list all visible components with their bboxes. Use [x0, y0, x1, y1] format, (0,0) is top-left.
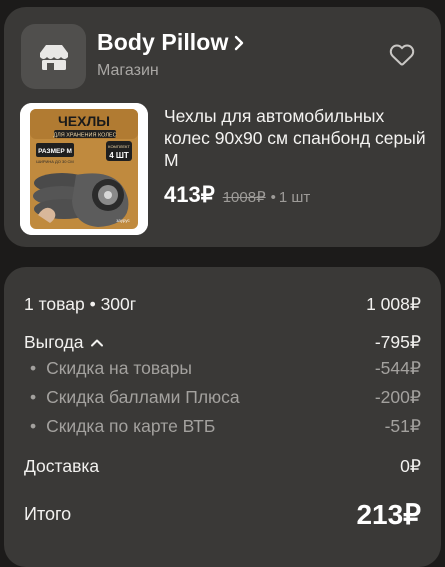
- discount-value: -51₽: [384, 416, 421, 436]
- items-row: 1 товар • 300г 1 008₽: [24, 294, 421, 315]
- benefit-toggle[interactable]: Выгода: [24, 332, 104, 353]
- total-label: Итого: [24, 504, 72, 524]
- product-image[interactable]: ЧЕХЛЫ ДЛЯ ХРАНЕНИЯ КОЛЕС РАЗМЕР М ШИРИНА…: [20, 103, 148, 235]
- chevron-right-icon: [234, 35, 244, 51]
- bullet: •: [30, 358, 37, 378]
- store-card: Body Pillow Магазин ЧЕХЛЫ ДЛЯ ХРАНЕНИЯ К…: [4, 7, 441, 247]
- items-value: 1 008₽: [366, 294, 421, 314]
- total-value: 213₽: [356, 499, 421, 530]
- discount-label: Скидка баллами Плюса: [46, 387, 240, 407]
- discount-label: Скидка по карте ВТБ: [46, 416, 216, 436]
- delivery-label: Доставка: [24, 456, 100, 476]
- discount-row: • Скидка по карте ВТБ -51₽: [30, 416, 421, 437]
- delivery-value: 0₽: [400, 456, 421, 476]
- image-subheadline: ДЛЯ ХРАНЕНИЯ КОЛЕС: [53, 133, 116, 139]
- image-count-label: КОМПЛЕКТ: [108, 144, 130, 149]
- bullet: •: [30, 416, 37, 436]
- items-label: 1 товар • 300г: [24, 294, 137, 314]
- store-name-link[interactable]: Body Pillow: [97, 29, 244, 56]
- store-name: Body Pillow: [97, 29, 229, 55]
- product-quantity: 1 шт: [278, 189, 311, 206]
- image-size-note: ШИРИНА ДО 30 СМ: [36, 159, 73, 164]
- discount-label: Скидка на товары: [46, 358, 193, 378]
- image-size-badge: РАЗМЕР М: [38, 148, 72, 155]
- store-type: Магазин: [97, 62, 159, 79]
- store-logo[interactable]: [21, 24, 86, 89]
- price-separator: •: [270, 189, 276, 206]
- product-old-price: 1008₽: [222, 189, 266, 206]
- chevron-up-icon: [90, 338, 104, 347]
- heart-outline-icon: [389, 44, 415, 66]
- discount-value: -544₽: [374, 358, 421, 378]
- price-row: 413₽ 1008₽ • 1 шт: [164, 182, 310, 208]
- image-headline: ЧЕХЛЫ: [58, 113, 110, 129]
- bullet: •: [30, 387, 37, 407]
- product-title[interactable]: Чехлы для автомобильных колес 90x90 см с…: [164, 105, 434, 171]
- image-count-badge: 4 ШТ: [109, 151, 129, 160]
- image-brand: заурус: [116, 218, 130, 223]
- order-summary-card: 1 товар • 300г 1 008₽ Выгода -795₽ • Скид…: [4, 267, 441, 567]
- product-photo: ЧЕХЛЫ ДЛЯ ХРАНЕНИЯ КОЛЕС РАЗМЕР М ШИРИНА…: [20, 103, 148, 235]
- benefit-label: Выгода: [24, 332, 84, 352]
- benefit-value: -795₽: [374, 332, 421, 352]
- discount-row: • Скидка баллами Плюса -200₽: [30, 387, 421, 408]
- delivery-row: Доставка 0₽: [24, 456, 421, 477]
- product-price: 413₽: [164, 182, 215, 207]
- total-row: Итого 213₽: [24, 498, 421, 531]
- discount-row: • Скидка на товары -544₽: [30, 358, 421, 379]
- discount-value: -200₽: [374, 387, 421, 407]
- favorite-button[interactable]: [388, 41, 416, 69]
- storefront-icon: [39, 44, 68, 70]
- benefit-row: Выгода -795₽: [24, 332, 421, 353]
